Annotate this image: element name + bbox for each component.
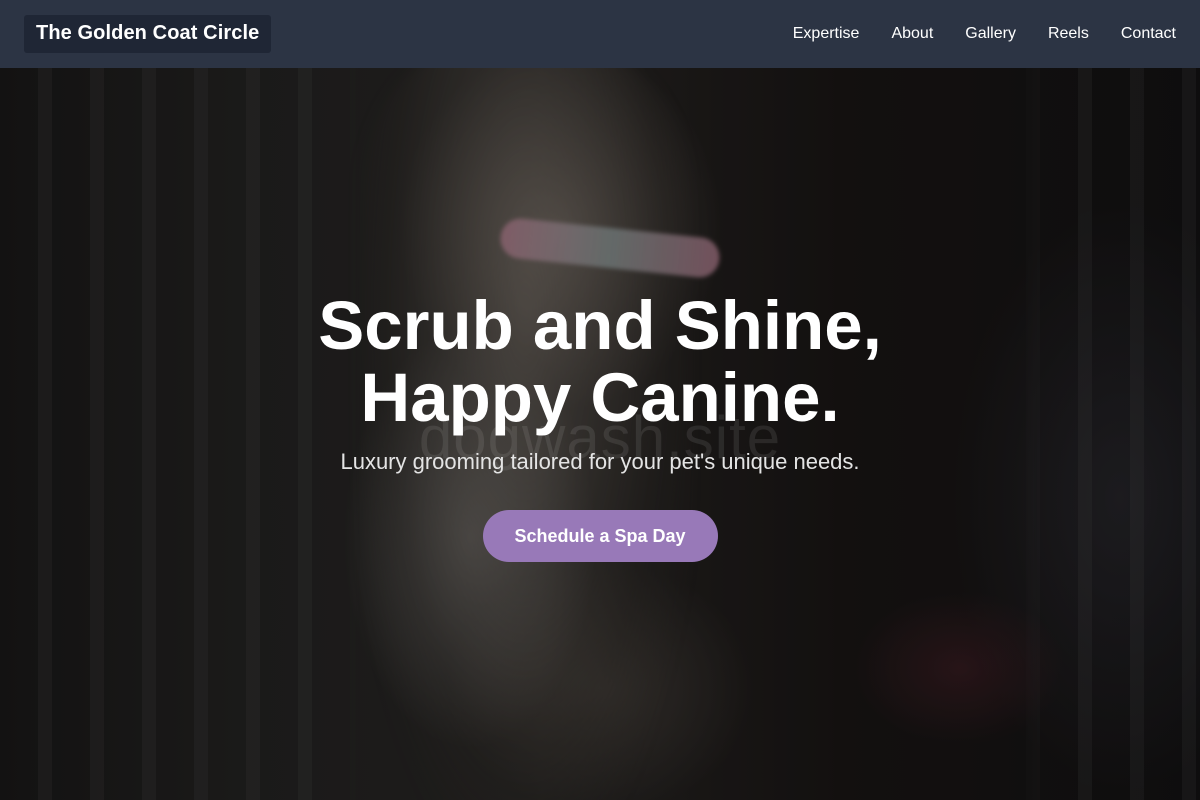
nav-link-gallery[interactable]: Gallery [965,25,1016,43]
hero-background-cat-collar [498,216,722,280]
schedule-spa-day-button[interactable]: Schedule a Spa Day [482,510,718,562]
nav-links: Expertise About Gallery Reels Contact [761,25,1176,43]
brand-logo-link[interactable]: The Golden Coat Circle [24,15,272,53]
hero-subtitle: Luxury grooming tailored for your pet's … [340,449,860,474]
hero-section: dogwash.site Scrub and Shine, Happy Cani… [0,68,1200,800]
nav-link-about[interactable]: About [891,25,933,43]
nav-link-expertise[interactable]: Expertise [793,25,860,43]
hero-title: Scrub and Shine, Happy Canine. [0,290,1200,434]
hero-content: Scrub and Shine, Happy Canine. Luxury gr… [0,290,1200,562]
top-navbar: The Golden Coat Circle Expertise About G… [0,0,1200,68]
hero-title-line-1: Scrub and Shine, [318,287,882,364]
nav-link-contact[interactable]: Contact [1121,25,1176,43]
nav-link-reels[interactable]: Reels [1048,25,1089,43]
hero-title-line-2: Happy Canine. [360,359,840,436]
